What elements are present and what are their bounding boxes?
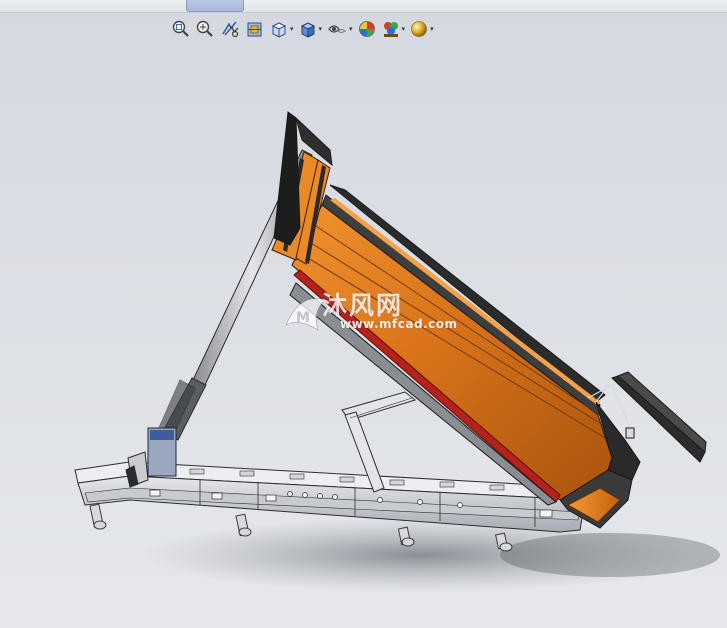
chevron-down-icon: ▾ [318, 24, 323, 33]
graphics-viewport[interactable]: M [0, 44, 727, 628]
hide-show-items-button[interactable]: ▾ [325, 18, 354, 40]
watermark-url: www.mfcad.com [340, 317, 458, 331]
display-style-button[interactable]: ▾ [297, 18, 324, 40]
zoom-to-area-button[interactable] [194, 18, 216, 40]
view-settings-button[interactable]: ▾ [408, 18, 435, 40]
view-orientation-button[interactable]: ▾ [268, 18, 295, 40]
zoom-area-icon [196, 20, 213, 37]
edit-appearance-button[interactable] [356, 18, 378, 40]
view-settings-icon [411, 21, 427, 37]
view-orientation-icon [271, 22, 287, 38]
scene-icon [383, 22, 398, 37]
active-tab[interactable] [186, 0, 244, 12]
ground-shadow [140, 517, 720, 593]
chevron-down-icon: ▾ [349, 24, 353, 33]
section-view-icon [247, 22, 262, 37]
zoom-fit-icon [172, 20, 189, 37]
svg-text:M: M [296, 310, 310, 326]
chevron-down-icon: ▾ [290, 24, 294, 33]
hide-show-icon [328, 25, 346, 33]
zoom-to-fit-button[interactable] [170, 18, 192, 40]
previous-view-icon [222, 21, 239, 38]
chevron-down-icon: ▾ [430, 24, 434, 33]
previous-view-button[interactable] [218, 18, 242, 40]
section-view-button[interactable] [244, 18, 266, 40]
appearance-icon [358, 21, 375, 37]
display-style-icon [300, 22, 315, 38]
window-top-strip [0, 0, 727, 13]
apply-scene-button[interactable]: ▾ [380, 18, 407, 40]
chevron-down-icon: ▾ [401, 24, 406, 33]
heads-up-view-toolbar: ▾ ▾ ▾ ▾ ▾ [170, 16, 435, 42]
